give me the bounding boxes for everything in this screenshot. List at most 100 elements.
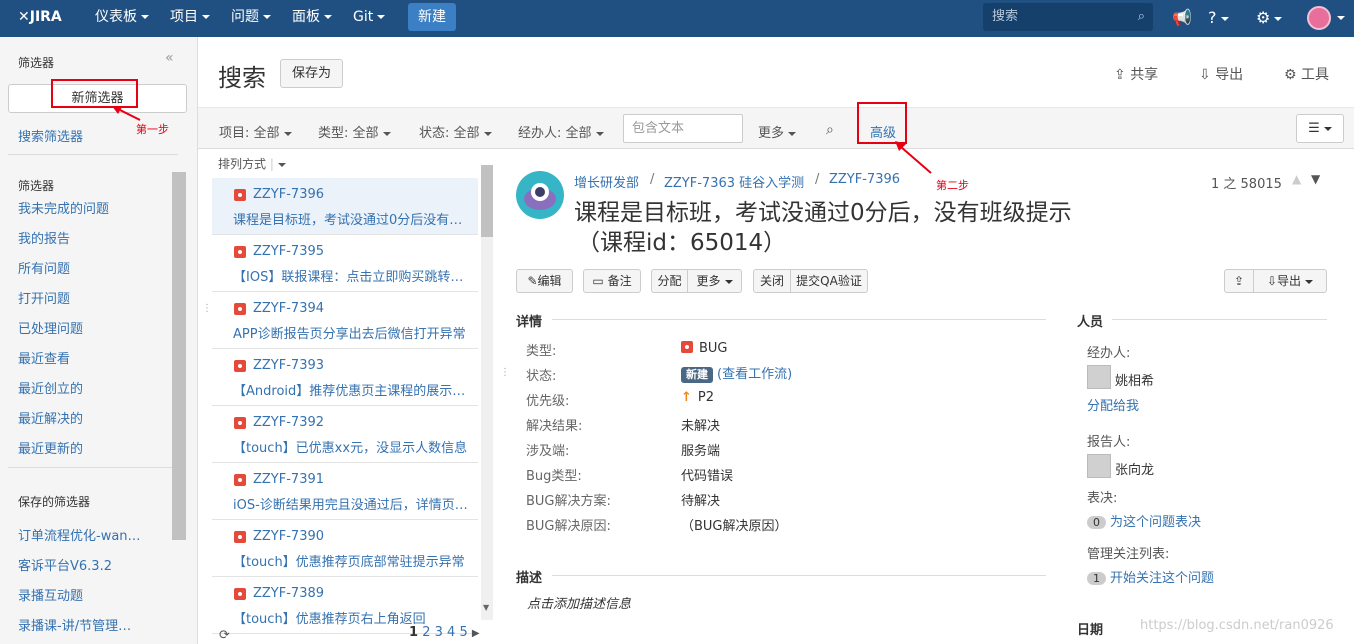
issue-title[interactable]: 课程是目标班，考试没通过0分后，没有班级提示 [574,193,1072,227]
filter-my-open-issues[interactable]: 我未完成的问题 [18,198,168,217]
list-item[interactable]: ZZYF-7394 APP诊断报告页分享出去后微信打开异常 [212,292,478,349]
type-filter[interactable]: 类型: 全部 [318,122,391,141]
vote-link[interactable]: 为这个问题表决 [1110,515,1201,530]
view-workflow-link[interactable]: (查看工作流) [717,367,792,382]
list-item[interactable]: ZZYF-7392 【touch】已优惠xx元，没显示人数信息 [212,406,478,463]
jira-logo[interactable]: ✕JIRA [18,0,62,37]
share-button[interactable]: ⇪ 共享 [1114,64,1158,84]
search-input[interactable]: 搜索 ⌕ [983,3,1153,31]
gear-icon[interactable]: ⚙ [1256,0,1283,37]
field-label-status: 状态: [526,369,557,384]
bug-icon [234,474,246,486]
issue-key: ZZYF-7392 [253,415,325,430]
share-label: 共享 [1130,67,1159,83]
submit-qa-button[interactable]: 提交QA验证 [790,269,868,293]
scroll-down-icon[interactable]: ▼ [483,603,489,612]
filter-updated-recently[interactable]: 最近更新的 [18,438,168,457]
help-icon[interactable]: ? [1208,0,1229,37]
assignee-name[interactable]: 姚相希 [1115,370,1154,389]
more-label: 更多 [696,274,721,288]
list-scrollbar-thumb[interactable] [481,165,493,237]
assign-to-me-link[interactable]: 分配给我 [1087,395,1139,414]
issue-summary: APP诊断报告页分享出去后微信打开异常 [233,327,466,342]
save-as-button[interactable]: 保存为 [280,59,343,88]
priority-up-icon: ↑ [681,390,692,405]
share-issue-button[interactable]: ⇪ [1224,269,1254,293]
export-button[interactable]: ⇩ 导出 [1199,64,1243,84]
page-1[interactable]: 1 [409,625,418,640]
create-button[interactable]: 新建 [408,3,456,31]
page-5[interactable]: 5 [459,625,467,640]
breadcrumb-issue[interactable]: ZZYF-7396 [829,172,900,187]
text-search-input[interactable]: 包含文本 [623,114,743,143]
filter-all-issues[interactable]: 所有问题 [18,258,168,277]
nav-dashboards[interactable]: 仪表板 [95,0,149,37]
next-page-icon[interactable]: ▶ [472,628,480,639]
saved-filter-item[interactable]: 录播课-讲/节管理… [18,615,168,634]
chevron-down-icon [324,15,332,19]
list-item[interactable]: ZZYF-7391 iOS-诊断结果用完且没通过后，详情页错误 [212,463,478,520]
next-issue-icon[interactable]: ▼ [1311,172,1320,186]
saved-filter-item[interactable]: 客诉平台V6.3.2 [18,555,168,574]
more-filter[interactable]: 更多 [758,122,797,141]
megaphone-icon[interactable]: 📢 [1172,0,1192,37]
issue-title-line2[interactable]: （课程id：65014） [577,223,786,257]
list-item[interactable]: ZZYF-7395 【IOS】联报课程：点击立即购买跳转异常 [212,235,478,292]
page-3[interactable]: 3 [435,625,443,640]
nav-dashboards-label: 仪表板 [95,9,137,25]
user-avatar[interactable] [1307,6,1331,30]
tools-button[interactable]: ⚙ 工具 [1284,64,1329,84]
filter-viewed-recently[interactable]: 最近查看 [18,348,168,367]
assignee-filter[interactable]: 经办人: 全部 [518,122,604,141]
field-value-platform[interactable]: 服务端 [681,440,720,459]
prev-issue-icon[interactable]: ▲ [1292,172,1301,186]
field-value-bug-cause[interactable]: （BUG解决原因） [681,515,788,534]
nav-issues[interactable]: 问题 [231,0,271,37]
reporter-name[interactable]: 张向龙 [1115,459,1154,478]
nav-git[interactable]: Git [353,0,386,37]
saved-filter-item[interactable]: 订单流程优化-wan… [18,525,168,544]
breadcrumb-parent[interactable]: ZZYF-7363 硅谷入学测 [664,172,804,191]
search-icon[interactable]: ⌕ [826,122,834,138]
filter-reported-by-me[interactable]: 我的报告 [18,228,168,247]
issue-key: ZZYF-7395 [253,244,325,259]
status-badge: 新建 [681,367,713,383]
list-item[interactable]: ZZYF-7390 【touch】优惠推荐页底部常驻提示异常 [212,520,478,577]
resize-handle[interactable]: ⋮ [202,304,212,314]
bug-icon [234,588,246,600]
page-4[interactable]: 4 [447,625,455,640]
refresh-icon[interactable]: ⟳ [219,628,230,643]
chevron-down-icon [377,15,386,19]
field-value-bug-type[interactable]: 代码错误 [681,465,733,484]
assign-button[interactable]: 分配 [651,269,688,293]
filter-created-recently[interactable]: 最近创立的 [18,378,168,397]
close-issue-button[interactable]: 关闭 [753,269,791,293]
filter-resolved-recently[interactable]: 最近解决的 [18,408,168,427]
layout-switcher[interactable]: ☰ [1296,114,1344,143]
more-actions-button[interactable]: 更多 [687,269,742,293]
filter-open-issues[interactable]: 打开问题 [18,288,168,307]
watch-link[interactable]: 开始关注这个问题 [1110,571,1214,586]
project-filter[interactable]: 项目: 全部 [219,122,292,141]
field-label-bug-type: Bug类型: [526,469,582,484]
bug-icon [234,417,246,429]
chevron-down-icon [1274,16,1283,21]
resize-handle[interactable]: ⋮ [500,368,510,378]
list-item[interactable]: ZZYF-7396 课程是目标班，考试没通过0分后没有班级提示 [212,178,478,235]
list-item[interactable]: ZZYF-7393 【Android】推荐优惠页主课程的展示错误 [212,349,478,406]
collapse-icon[interactable]: « [165,50,174,66]
nav-boards[interactable]: 面板 [292,0,332,37]
nav-projects[interactable]: 项目 [170,0,210,37]
saved-filter-item[interactable]: 录播互动题 [18,585,168,604]
page-2[interactable]: 2 [422,625,430,640]
chevron-down-icon [382,131,391,136]
filter-done-issues[interactable]: 已处理问题 [18,318,168,337]
export-issue-button[interactable]: ⇩导出 [1253,269,1327,293]
description-placeholder[interactable]: 点击添加描述信息 [527,593,631,612]
status-filter[interactable]: 状态: 全部 [419,122,492,141]
breadcrumb-project[interactable]: 增长研发部 [574,172,639,191]
sidebar-scrollbar[interactable] [172,172,186,540]
field-value-bug-solution[interactable]: 待解决 [681,490,720,509]
edit-button[interactable]: ✎编辑 [516,269,573,293]
comment-button[interactable]: ▭ 备注 [583,269,641,293]
